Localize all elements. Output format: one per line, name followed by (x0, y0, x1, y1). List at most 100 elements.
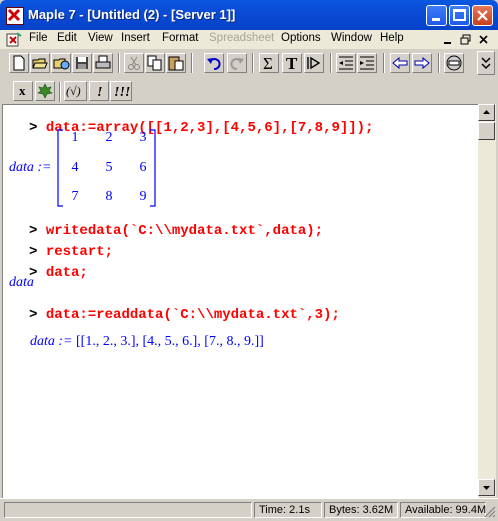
document-icon[interactable] (6, 32, 22, 47)
copy-button[interactable] (145, 53, 165, 73)
outdent-icon (339, 56, 353, 70)
matrix-cell: 6 (139, 160, 147, 175)
vertical-scrollbar[interactable] (478, 104, 496, 497)
undo-button[interactable] (204, 53, 224, 73)
undo-icon (207, 58, 221, 70)
open-button[interactable] (30, 53, 50, 73)
worksheet-area[interactable]: > data:=array([[1,2,3],[4,5,6],[7,8,9]])… (2, 104, 479, 498)
menu-insert[interactable]: Insert (121, 32, 150, 44)
menu-view[interactable]: View (88, 32, 113, 44)
cut-button[interactable] (124, 53, 144, 73)
maximize-icon (453, 9, 466, 21)
output-label: data := (9, 160, 52, 175)
matrix-cell: 3 (139, 130, 147, 145)
toolbar-separator (252, 53, 254, 73)
toolbar-separator (383, 53, 385, 73)
svg-text:!: ! (97, 85, 102, 100)
window-title: Maple 7 - [Untitled (2) - [Server 1]] (28, 7, 236, 22)
status-time: Time: 2.1s (254, 502, 322, 518)
menu-bar: File Edit View Insert Format Spreadsheet… (0, 30, 498, 49)
output-data: data (9, 275, 34, 290)
maple-app-icon[interactable] (6, 7, 24, 25)
matrix-cell: 1 (71, 130, 79, 145)
toolbar-separator (191, 53, 193, 73)
maximize-button[interactable] (449, 5, 470, 26)
print-button[interactable] (93, 53, 113, 73)
menu-file[interactable]: File (29, 32, 48, 44)
main-toolbar: Σ T (0, 50, 498, 77)
paste-button[interactable] (166, 53, 186, 73)
close-button[interactable] (472, 5, 493, 26)
close-icon (477, 10, 488, 21)
back-button[interactable] (390, 53, 410, 73)
svg-text:!!!: !!! (114, 85, 130, 100)
output-line-5: data := [[1., 2., 3.], [4., 5., 6.], [7.… (9, 318, 264, 366)
sigma-icon: Σ (263, 54, 273, 72)
status-bytes: Bytes: 3.62M (324, 502, 398, 518)
toolbar-separator (59, 82, 61, 102)
redo-icon (230, 58, 244, 70)
toolbar-separator (118, 53, 120, 73)
forward-button[interactable] (412, 53, 432, 73)
minimize-button[interactable] (426, 5, 447, 26)
doc-minimize-icon[interactable] (441, 33, 455, 46)
triple-exclamation-icon: !!! (114, 85, 130, 100)
title-bar[interactable]: Maple 7 - [Untitled (2) - [Server 1]] (0, 0, 498, 30)
x-button[interactable]: x (13, 81, 33, 101)
evaluate-icon: (√) (66, 84, 81, 98)
maple-leaf-icon (37, 83, 53, 99)
matrix-cell: 5 (105, 160, 113, 175)
x-mode-icon: x (19, 83, 26, 98)
matrix-cell: 4 (71, 160, 79, 175)
status-available: Available: 99.4M (400, 502, 486, 518)
execute-button[interactable]: ! (89, 81, 109, 101)
arrow-right-icon (414, 56, 430, 70)
scroll-down-button[interactable] (478, 479, 495, 496)
stop-button[interactable] (444, 53, 464, 73)
open-folder-icon (32, 58, 48, 69)
toolbar-separator (438, 53, 440, 73)
stop-icon (446, 55, 462, 71)
context-toolbar: x (√) ! !!! (0, 79, 498, 103)
command-text[interactable]: data; (46, 265, 88, 281)
save-button[interactable] (72, 53, 92, 73)
status-bar: Time: 2.1s Bytes: 3.62M Available: 99.4M (0, 498, 498, 521)
insert-prompt-button[interactable] (304, 53, 324, 73)
matrix-cell: 7 (71, 189, 79, 204)
menu-spreadsheet[interactable]: Spreadsheet (209, 32, 274, 44)
menu-format[interactable]: Format (162, 32, 198, 44)
menu-options[interactable]: Options (281, 32, 321, 44)
new-file-icon (13, 55, 25, 71)
maple-leaf-button[interactable] (35, 81, 55, 101)
execute-all-button[interactable]: !!! (110, 81, 132, 101)
exclamation-icon: ! (97, 85, 102, 100)
menu-help[interactable]: Help (380, 32, 404, 44)
text-t-icon: T (286, 54, 298, 72)
status-message (4, 502, 252, 518)
doc-close-icon[interactable] (477, 33, 491, 46)
arrow-left-icon (392, 56, 408, 70)
svg-text:x: x (19, 83, 26, 98)
outdent-button[interactable] (336, 53, 356, 73)
menu-window[interactable]: Window (331, 32, 372, 44)
minimize-icon (432, 18, 440, 21)
printer-icon (95, 55, 111, 69)
prompt-arrow-icon (307, 56, 321, 70)
chevron-down-icon (481, 57, 491, 70)
toolbar-separator (330, 53, 332, 73)
menu-edit[interactable]: Edit (57, 32, 77, 44)
redo-button[interactable] (227, 53, 247, 73)
scroll-up-button[interactable] (478, 104, 495, 121)
indent-button[interactable] (357, 53, 377, 73)
toolbar-overflow-button[interactable] (477, 51, 495, 75)
new-button[interactable] (9, 53, 29, 73)
doc-restore-icon[interactable] (459, 33, 473, 46)
save-disk-icon (76, 57, 88, 69)
scroll-thumb[interactable] (478, 122, 495, 140)
evaluate-button[interactable]: (√) (64, 81, 87, 101)
open-url-button[interactable] (51, 53, 71, 73)
math-input-button[interactable]: Σ (259, 53, 279, 73)
text-input-button[interactable]: T (282, 53, 302, 73)
resize-grip-icon[interactable] (484, 506, 496, 518)
svg-text:(√): (√) (66, 84, 81, 98)
